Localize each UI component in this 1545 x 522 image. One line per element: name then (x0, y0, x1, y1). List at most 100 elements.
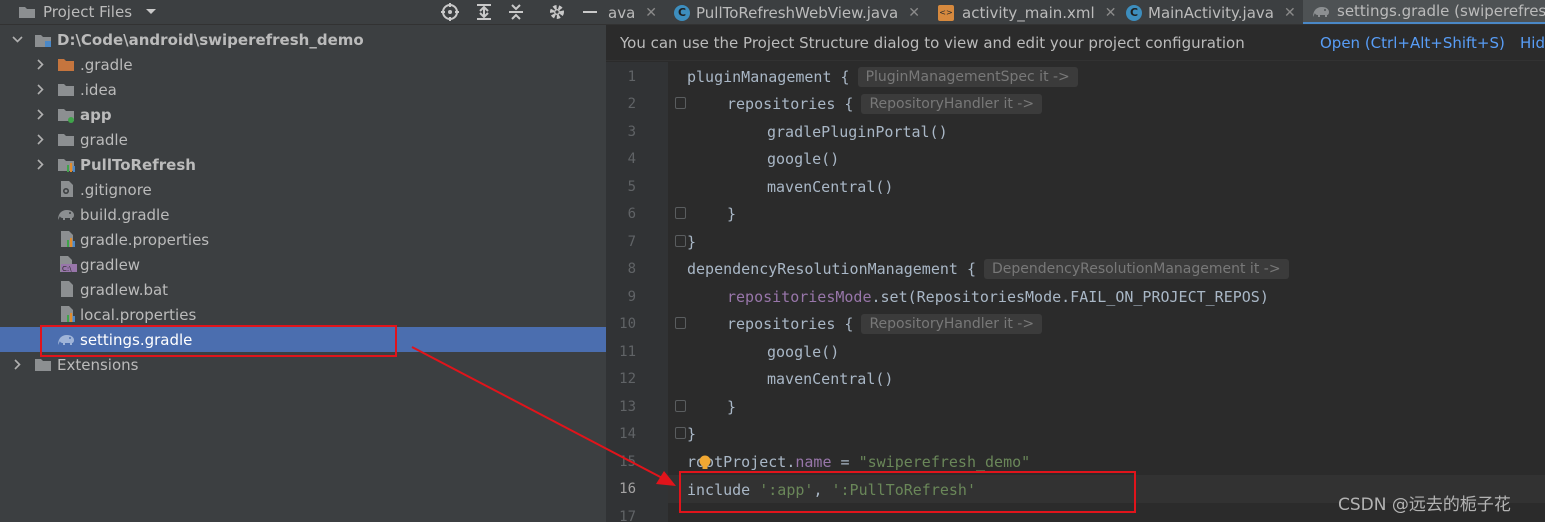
svg-text:C:\: C:\ (62, 265, 72, 273)
fold-marker-icon[interactable] (675, 207, 686, 219)
line-number: 1 (627, 69, 636, 85)
tree-item-label: .idea (80, 80, 117, 99)
code-line: } (687, 420, 696, 447)
inlay-hint: DependencyResolutionManagement it -> (983, 258, 1289, 279)
code-line: dependencyResolutionManagement { Dependen… (687, 255, 1289, 282)
code-text: } (687, 232, 697, 251)
code-line: repositoriesMode .set(RepositoriesMode.FA… (727, 283, 1269, 310)
module-folder-icon (57, 107, 75, 123)
tab-settings-gradle[interactable]: settings.gradle (swiperefresh (1303, 0, 1545, 24)
editor-tab-bar: ava ✕ C PullToRefreshWebView.java ✕ <> a… (606, 0, 1545, 25)
folder-icon (57, 132, 75, 148)
gear-icon[interactable] (548, 2, 566, 22)
fold-marker-icon[interactable] (675, 317, 686, 329)
open-project-structure-link[interactable]: Open (Ctrl+Alt+Shift+S) (1320, 34, 1505, 52)
tree-item[interactable]: .gitignore (0, 177, 606, 202)
chevron-down-icon[interactable] (145, 2, 157, 22)
inlay-hint: RepositoryHandler it -> (861, 313, 1043, 334)
close-icon[interactable]: ✕ (1105, 5, 1117, 21)
code-text: dependencyResolutionManagement { (687, 259, 976, 278)
line-number: 4 (627, 151, 636, 167)
watermark: CSDN @远去的栀子花 (1338, 495, 1511, 515)
tree-item-label: build.gradle (80, 205, 170, 224)
code-line: } (727, 200, 736, 227)
code-text: google() (767, 342, 840, 361)
folder-orange-icon (57, 57, 75, 73)
close-icon[interactable]: ✕ (1284, 5, 1296, 21)
code-text: google() (767, 149, 840, 168)
tab-label: MainActivity.java (1148, 3, 1274, 22)
project-view-title[interactable]: Project Files (43, 2, 132, 22)
tab-mainactivity[interactable]: C MainActivity.java ✕ (1126, 0, 1306, 24)
line-number: 3 (627, 124, 636, 140)
line-number: 2 (627, 96, 636, 112)
chevron-right-icon[interactable] (10, 358, 24, 372)
tree-item[interactable]: local.properties (0, 302, 606, 327)
collapse-all-icon[interactable] (507, 2, 525, 22)
tree-item[interactable]: build.gradle (0, 202, 606, 227)
chevron-right-icon[interactable] (33, 83, 47, 97)
chevron-down-icon[interactable] (10, 33, 24, 47)
code-string: "swiperefresh_demo" (858, 452, 1031, 471)
code-line: google() (767, 338, 839, 365)
fold-marker-icon[interactable] (675, 427, 686, 439)
tree-item[interactable]: app (0, 102, 606, 127)
project-structure-notification: You can use the Project Structure dialog… (606, 26, 1545, 61)
project-panel-header: Project Files (0, 0, 606, 25)
code-editor[interactable]: 1 2 3 4 5 6 7 8 9 10 11 12 13 14 15 16 1… (606, 62, 1545, 522)
code-line: repositories {RepositoryHandler it -> (727, 90, 1043, 117)
close-icon[interactable]: ✕ (645, 5, 657, 21)
chevron-right-icon[interactable] (33, 58, 47, 72)
chevron-right-icon[interactable] (33, 133, 47, 147)
line-number: 17 (619, 509, 636, 522)
line-number: 14 (619, 426, 636, 442)
tree-item-label: gradle (80, 130, 128, 149)
code-text: gradlePluginPortal() (767, 122, 948, 141)
tab-pulltorefreshwebview[interactable]: C PullToRefreshWebView.java ✕ (674, 0, 929, 24)
fold-marker-icon[interactable] (675, 235, 686, 247)
tree-item[interactable]: gradle.properties (0, 227, 606, 252)
gradle-elephant-icon (56, 207, 74, 223)
expand-all-icon[interactable] (475, 2, 493, 22)
bat-file-icon (59, 280, 77, 297)
tab-label: ava (608, 3, 636, 22)
code-text: } (727, 397, 737, 416)
tab-java-partial[interactable]: ava ✕ (606, 0, 668, 24)
code-property: repositoriesMode (727, 287, 872, 306)
code-line: google() (767, 145, 839, 172)
tree-item-label: .gitignore (80, 180, 152, 199)
chevron-right-icon[interactable] (33, 158, 47, 172)
tree-root[interactable]: D:\Code\android\swiperefresh_demo (0, 27, 606, 52)
tree-item-label: gradlew (80, 255, 141, 274)
gradle-elephant-icon (1311, 4, 1331, 19)
fold-marker-icon[interactable] (675, 400, 686, 412)
tree-root-label: D:\Code\android\swiperefresh_demo (57, 30, 364, 49)
minimize-icon[interactable] (582, 2, 598, 22)
tab-label: settings.gradle (swiperefresh (1337, 2, 1545, 20)
module-folder-icon (57, 157, 75, 173)
tree-item-label: local.properties (80, 305, 197, 324)
line-number: 8 (627, 261, 636, 277)
chevron-right-icon[interactable] (33, 108, 47, 122)
tree-item[interactable]: .idea (0, 77, 606, 102)
hide-notification-link[interactable]: Hid (1520, 34, 1545, 52)
folder-icon (18, 2, 36, 22)
tree-item-label: gradle.properties (80, 230, 210, 249)
folder-icon (57, 82, 75, 98)
line-number: 15 (619, 454, 636, 470)
tree-item[interactable]: PullToRefresh (0, 152, 606, 177)
locate-target-icon[interactable] (441, 2, 459, 22)
line-number: 9 (627, 289, 636, 305)
tree-item-label: .gradle (80, 55, 133, 74)
fold-marker-icon[interactable] (675, 97, 686, 109)
code-text: mavenCentral() (767, 177, 894, 196)
close-icon[interactable]: ✕ (908, 5, 920, 21)
highlight-box-include-line (679, 471, 1136, 513)
tree-item[interactable]: gradle (0, 127, 606, 152)
tree-item[interactable]: gradlew.bat (0, 277, 606, 302)
tree-item[interactable]: C:\ gradlew (0, 252, 606, 277)
code-text: .set(RepositoriesMode.FAIL_ON_PROJECT_RE… (871, 287, 1269, 306)
tab-activity-main-xml[interactable]: <> activity_main.xml ✕ (938, 0, 1118, 24)
code-line: pluginManagement {PluginManagementSpec i… (687, 63, 1078, 90)
tree-item[interactable]: .gradle (0, 52, 606, 77)
